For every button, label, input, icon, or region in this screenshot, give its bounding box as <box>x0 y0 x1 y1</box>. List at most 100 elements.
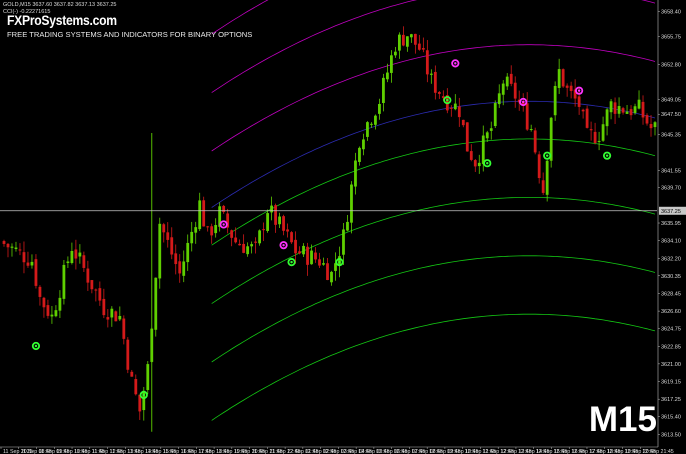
buy-signal-marker <box>483 159 492 168</box>
candle-body <box>278 216 281 225</box>
candle-body <box>134 379 138 395</box>
candle-body <box>457 106 461 118</box>
candle-body <box>210 226 214 236</box>
candle-body <box>362 139 365 150</box>
candle-body <box>401 34 405 46</box>
price-tick-label: 3639.70 <box>661 186 681 192</box>
candle-body <box>346 221 349 231</box>
candle <box>290 231 293 244</box>
price-tick-label: 3655.75 <box>661 35 681 41</box>
candle <box>226 208 230 234</box>
candle-body <box>370 123 373 125</box>
candle-body <box>637 99 641 109</box>
price-tick-label: 3613.50 <box>661 433 681 439</box>
candle <box>314 247 317 263</box>
candle-body <box>94 289 98 291</box>
candle <box>22 241 26 274</box>
candle-body <box>390 55 393 73</box>
middle-band <box>211 100 656 208</box>
candle <box>637 90 641 110</box>
candle <box>382 73 385 112</box>
candle-body <box>605 109 609 127</box>
candle-body <box>477 162 481 167</box>
candle <box>409 33 413 43</box>
upper-band-2 <box>211 0 656 93</box>
candle <box>18 243 22 256</box>
candle-body <box>206 226 210 228</box>
candle <box>545 159 549 202</box>
candle <box>162 222 166 243</box>
price-tick-label: 3634.10 <box>661 238 681 244</box>
candle <box>306 242 309 276</box>
candle <box>222 204 226 214</box>
candle <box>134 374 138 396</box>
candle <box>274 203 277 233</box>
price-tick-label: 3658.40 <box>661 10 681 16</box>
buy-signal-marker <box>287 258 296 267</box>
candle-body <box>118 315 122 320</box>
candle-body <box>374 115 377 125</box>
timeframe-label: M15 <box>588 400 657 439</box>
candle-body <box>126 339 130 370</box>
candle <box>258 229 262 246</box>
candle-body <box>497 93 501 105</box>
candle <box>334 252 337 281</box>
candle <box>170 227 174 260</box>
candle-body <box>529 128 533 130</box>
candle-body <box>537 154 541 179</box>
candle-body <box>130 371 134 377</box>
candle-body <box>417 43 421 50</box>
candle-body <box>270 205 273 213</box>
candle-body <box>589 129 593 131</box>
candle-body <box>557 69 561 88</box>
candle <box>649 114 653 137</box>
candle-body <box>405 36 409 47</box>
candle <box>433 65 437 100</box>
candle <box>50 306 54 324</box>
candle <box>174 244 178 275</box>
candle <box>477 154 481 174</box>
sell-signal-marker <box>219 220 228 229</box>
candle-body <box>358 147 361 162</box>
buy-marker-dot <box>338 260 341 264</box>
candle-body <box>629 109 633 116</box>
price-tick-label: 3632.20 <box>661 256 681 262</box>
candle <box>242 234 246 254</box>
candle <box>98 281 102 306</box>
candle-body <box>577 96 581 107</box>
candle <box>178 254 182 283</box>
candle-body <box>58 297 62 311</box>
candle-body <box>42 297 46 308</box>
time-axis: 11 Sep 202511 Sep 08:4511 Sep 09:4511 Se… <box>0 446 674 454</box>
candle-body <box>394 51 397 56</box>
candle-body <box>182 261 186 276</box>
candle-body <box>501 83 505 95</box>
candle-body <box>78 252 82 257</box>
band-lines <box>211 0 656 421</box>
candle <box>505 73 509 90</box>
candle-body <box>469 151 473 160</box>
candle-body <box>98 288 102 301</box>
upper-band-1 <box>211 44 656 152</box>
candle <box>254 237 258 254</box>
lower-band-2 <box>211 197 656 304</box>
price-chart[interactable]: 3658.40 3655.75 3652.80 3649.05 3647.50 3645.… <box>0 0 686 454</box>
candle-body <box>114 311 118 322</box>
candle <box>553 81 557 121</box>
candle-body <box>70 250 74 263</box>
candle-body <box>310 250 313 265</box>
candle <box>457 97 461 127</box>
candle <box>286 223 289 238</box>
price-axis: 3658.40 3655.75 3652.80 3649.05 3647.50 3645.… <box>657 0 686 447</box>
candle <box>138 394 142 420</box>
candle <box>202 196 206 227</box>
buy-marker-dot <box>290 260 293 264</box>
candle-body <box>2 241 6 244</box>
price-tick-label: 3621.00 <box>661 362 681 368</box>
candle <box>14 241 18 252</box>
candle <box>54 305 58 318</box>
candle-body <box>645 115 649 124</box>
price-tick-label: 3645.35 <box>661 132 681 138</box>
candle-body <box>250 244 254 247</box>
candle-body <box>82 255 86 268</box>
